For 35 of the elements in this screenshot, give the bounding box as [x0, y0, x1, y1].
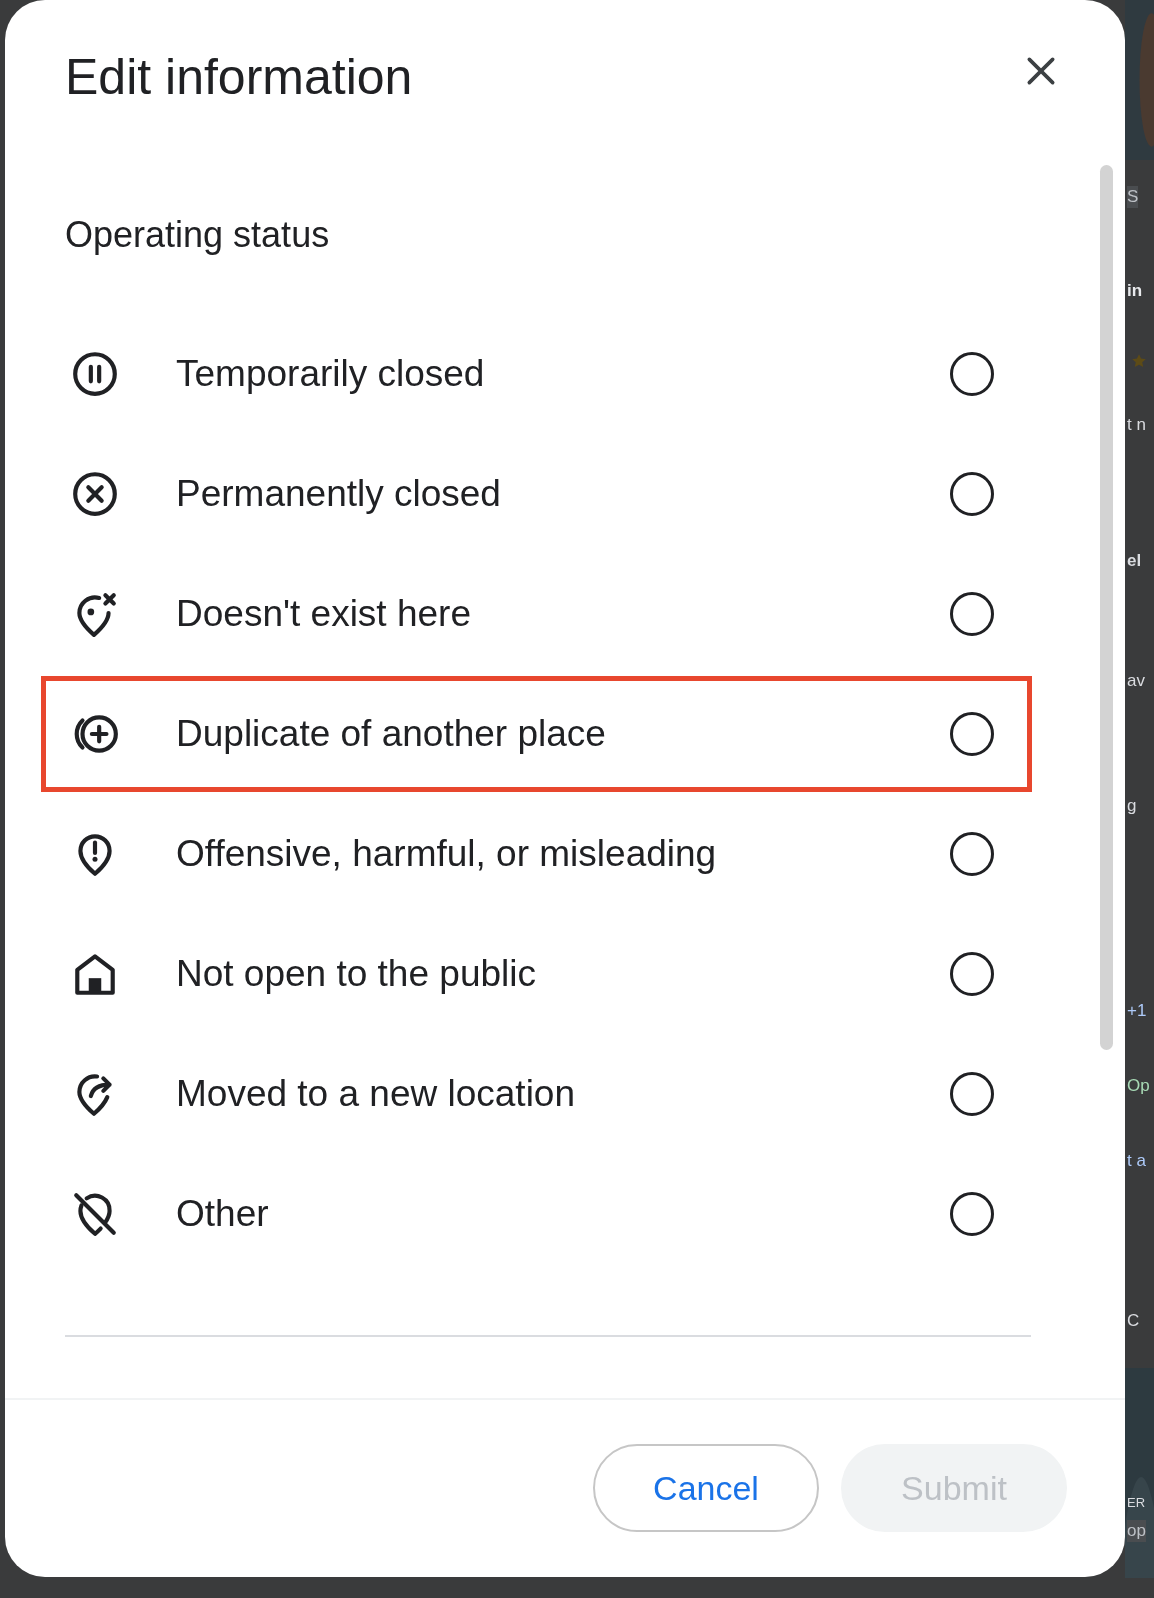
background-text: t a [1127, 1150, 1146, 1172]
radio-button[interactable] [950, 712, 994, 756]
option-label: Not open to the public [176, 953, 537, 995]
radio-button[interactable] [950, 592, 994, 636]
option-label: Other [176, 1193, 270, 1235]
background-text: in [1127, 280, 1143, 302]
radio-button[interactable] [950, 1192, 994, 1236]
option-label: Permanently closed [176, 473, 502, 515]
x-circle-icon [70, 469, 120, 519]
radio-button[interactable] [950, 952, 994, 996]
background-text: t n [1127, 414, 1146, 436]
background-text: av [1127, 670, 1145, 692]
background-text: Op [1127, 1075, 1150, 1097]
option-label: Temporarily closed [176, 353, 486, 395]
option-label: Duplicate of another place [176, 713, 607, 755]
radio-button[interactable] [950, 832, 994, 876]
background-text: ER [1127, 1494, 1146, 1512]
radio-button[interactable] [950, 352, 994, 396]
dialog-title: Edit information [65, 48, 414, 107]
background-text: C [1127, 1310, 1140, 1332]
background-text: el [1127, 550, 1142, 572]
star-icon [1130, 352, 1148, 370]
radio-button[interactable] [950, 1072, 994, 1116]
background-text: g [1127, 795, 1137, 817]
background-text: op [1127, 1520, 1146, 1542]
section-heading: Operating status [65, 213, 330, 257]
option-label: Moved to a new location [176, 1073, 576, 1115]
option-label: Offensive, harmful, or misleading [176, 833, 718, 875]
background-text: S [1127, 186, 1139, 208]
pause-circle-icon [70, 349, 120, 399]
cancel-button[interactable]: Cancel [593, 1444, 819, 1532]
radio-button[interactable] [950, 472, 994, 516]
background-text: +1 [1127, 1000, 1147, 1022]
option-label: Doesn't exist here [176, 593, 472, 635]
scrollbar[interactable] [1100, 165, 1113, 1050]
